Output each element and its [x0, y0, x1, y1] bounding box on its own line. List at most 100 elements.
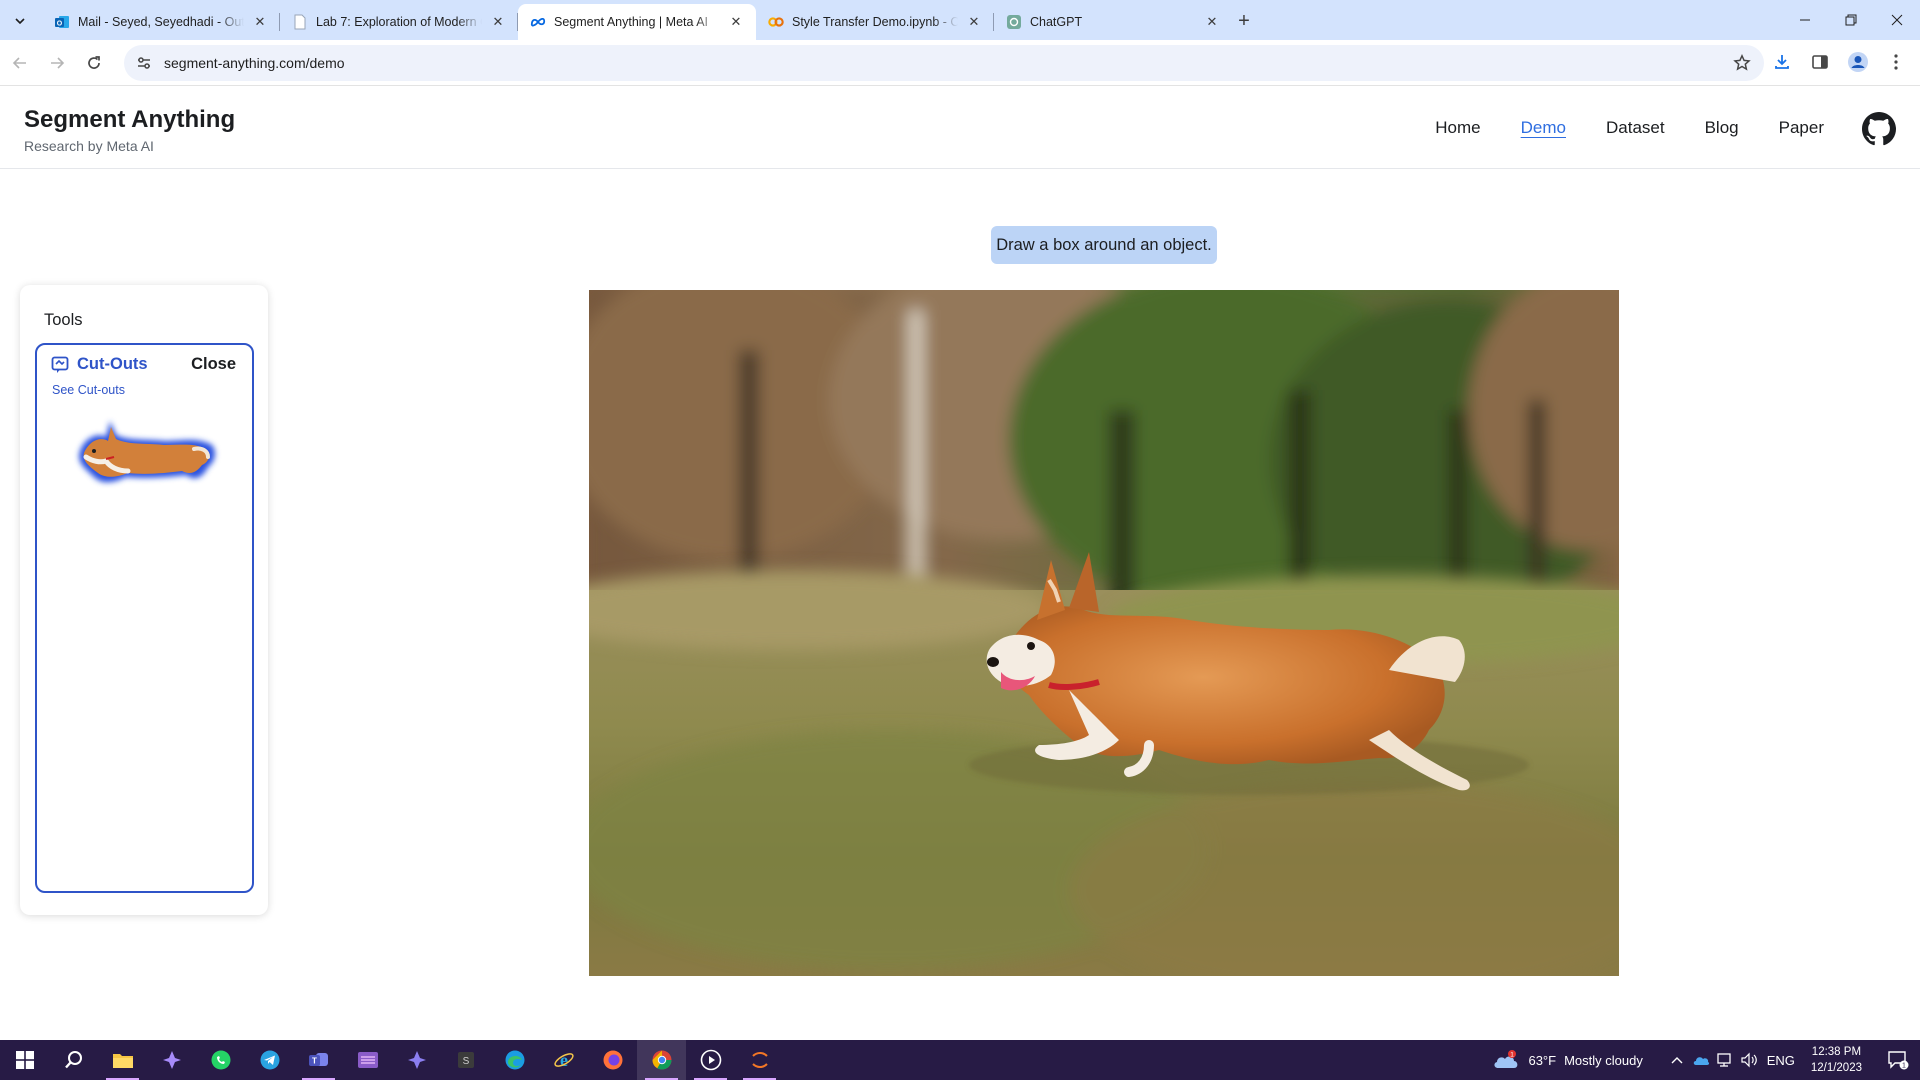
svg-text:e: e [560, 1050, 568, 1070]
tab-chatgpt[interactable]: ChatGPT ✕ [994, 4, 1232, 40]
cutouts-label: Cut-Outs [77, 355, 148, 373]
firefox-app[interactable] [588, 1040, 637, 1080]
app-launcher-2[interactable] [392, 1040, 441, 1080]
telegram-icon [260, 1050, 279, 1070]
edge-icon [505, 1050, 524, 1070]
whatsapp-icon [211, 1050, 230, 1070]
site-title[interactable]: Segment Anything [24, 106, 235, 134]
side-panel-icon[interactable] [1804, 46, 1836, 78]
ie-icon: e [553, 1050, 574, 1070]
download-icon[interactable] [1766, 46, 1798, 78]
segmentation-image-canvas[interactable] [589, 290, 1619, 976]
jupyter-app[interactable] [735, 1040, 784, 1080]
folder-icon [112, 1054, 133, 1068]
restore-icon [1845, 14, 1857, 26]
input-language[interactable]: ENG [1761, 1040, 1801, 1080]
tab-segment-anything[interactable]: Segment Anything | Meta AI ✕ [518, 4, 756, 40]
see-cutouts-link[interactable]: See Cut-outs [52, 383, 125, 397]
site-subtitle: Research by Meta AI [24, 138, 154, 154]
telegram-app[interactable] [245, 1040, 294, 1080]
firefox-icon [603, 1050, 622, 1070]
app-launcher-1[interactable] [147, 1040, 196, 1080]
tab-title: Style Transfer Demo.ipynb - Colaboratory [792, 15, 958, 29]
svg-text:T: T [312, 1057, 317, 1066]
chrome-icon [652, 1050, 671, 1070]
bookmark-star-icon[interactable] [1730, 51, 1754, 75]
cutouts-header[interactable]: Cut-Outs [51, 355, 148, 374]
tab-outlook[interactable]: O Mail - Seyed, Seyedhadi - Outlook ✕ [42, 4, 280, 40]
dog-cutout-thumbnail[interactable] [66, 407, 224, 495]
close-icon[interactable]: ✕ [1204, 14, 1220, 30]
chatgpt-icon [1006, 14, 1022, 30]
tab-lab7[interactable]: Lab 7: Exploration of Modern Computer Vi… [280, 4, 518, 40]
new-tab-button[interactable]: + [1231, 8, 1257, 34]
system-clock[interactable]: 12:38 PM 12/1/2023 [1811, 1044, 1862, 1076]
media-app[interactable] [343, 1040, 392, 1080]
forward-button[interactable] [40, 46, 74, 80]
teams-icon: T [308, 1053, 328, 1066]
more-menu-icon[interactable] [1880, 46, 1912, 78]
close-icon[interactable]: ✕ [728, 14, 744, 30]
outlook-icon: O [54, 14, 70, 30]
nav-paper[interactable]: Paper [1779, 118, 1824, 138]
windows-taskbar: T S e 1 63°F Mostly cloudy ENG 12:38 PM … [0, 1040, 1920, 1080]
chrome-app[interactable] [637, 1040, 686, 1080]
whatsapp-app[interactable] [196, 1040, 245, 1080]
clock-time: 12:38 PM [1811, 1046, 1862, 1058]
weather-condition: Mostly cloudy [1564, 1052, 1643, 1068]
weather-widget[interactable]: 1 63°F Mostly cloudy [1492, 1049, 1643, 1071]
rocket-app-icon [407, 1051, 426, 1069]
volume-icon[interactable] [1737, 1040, 1761, 1080]
start-button[interactable] [0, 1040, 49, 1080]
nav-home[interactable]: Home [1435, 118, 1480, 138]
close-icon[interactable]: ✕ [490, 14, 506, 30]
tools-panel: Tools Cut-Outs Close See Cut-outs [20, 285, 268, 915]
search-button[interactable] [49, 1040, 98, 1080]
close-button[interactable]: Close [191, 355, 236, 374]
site-info-icon[interactable] [130, 49, 158, 77]
document-icon [292, 14, 308, 30]
file-explorer-app[interactable] [98, 1040, 147, 1080]
tab-search-button[interactable] [7, 8, 33, 34]
close-window-button[interactable] [1874, 0, 1920, 40]
edge-app[interactable] [490, 1040, 539, 1080]
window-controls [1782, 0, 1920, 40]
close-icon [1891, 14, 1903, 26]
site-header: Segment Anything Research by Meta AI Hom… [0, 86, 1920, 169]
internet-explorer-app[interactable]: e [539, 1040, 588, 1080]
profile-avatar-icon[interactable] [1842, 46, 1874, 78]
address-bar[interactable]: segment-anything.com/demo [124, 45, 1764, 81]
tab-title: Mail - Seyed, Seyedhadi - Outlook [78, 15, 244, 29]
jupyter-icon [751, 1052, 768, 1068]
close-icon[interactable]: ✕ [966, 14, 982, 30]
weather-badge: 1 [1511, 1052, 1515, 1059]
back-button[interactable] [3, 46, 37, 80]
chevron-down-icon [15, 18, 25, 25]
nav-blog[interactable]: Blog [1705, 118, 1739, 138]
arrow-right-icon [51, 56, 65, 69]
restore-button[interactable] [1828, 0, 1874, 40]
minimize-button[interactable] [1782, 0, 1828, 40]
network-icon[interactable] [1713, 1040, 1737, 1080]
teams-app[interactable]: T [294, 1040, 343, 1080]
nav-dataset[interactable]: Dataset [1606, 118, 1665, 138]
github-icon[interactable] [1862, 112, 1896, 146]
media-player-app[interactable] [686, 1040, 735, 1080]
meta-icon [530, 14, 546, 30]
tab-style-transfer[interactable]: Style Transfer Demo.ipynb - Colaboratory… [756, 4, 994, 40]
show-hidden-icons[interactable] [1665, 1040, 1689, 1080]
tab-title: Lab 7: Exploration of Modern Computer Vi… [316, 15, 482, 29]
notification-icon: 1 [1888, 1051, 1909, 1070]
sublime-app[interactable]: S [441, 1040, 490, 1080]
cutout-icon [51, 356, 69, 373]
system-tray: 1 63°F Mostly cloudy ENG 12:38 PM 12/1/2… [1492, 1040, 1920, 1080]
windows-icon [15, 1051, 34, 1069]
nav-demo[interactable]: Demo [1521, 118, 1566, 138]
svg-text:O: O [57, 21, 63, 28]
reload-button[interactable] [77, 46, 111, 80]
close-icon[interactable]: ✕ [252, 14, 268, 30]
onedrive-icon[interactable] [1689, 1040, 1713, 1080]
weather-temp: 63°F [1528, 1052, 1557, 1068]
notification-center-button[interactable]: 1 [1876, 1040, 1920, 1080]
tools-title: Tools [44, 311, 83, 329]
